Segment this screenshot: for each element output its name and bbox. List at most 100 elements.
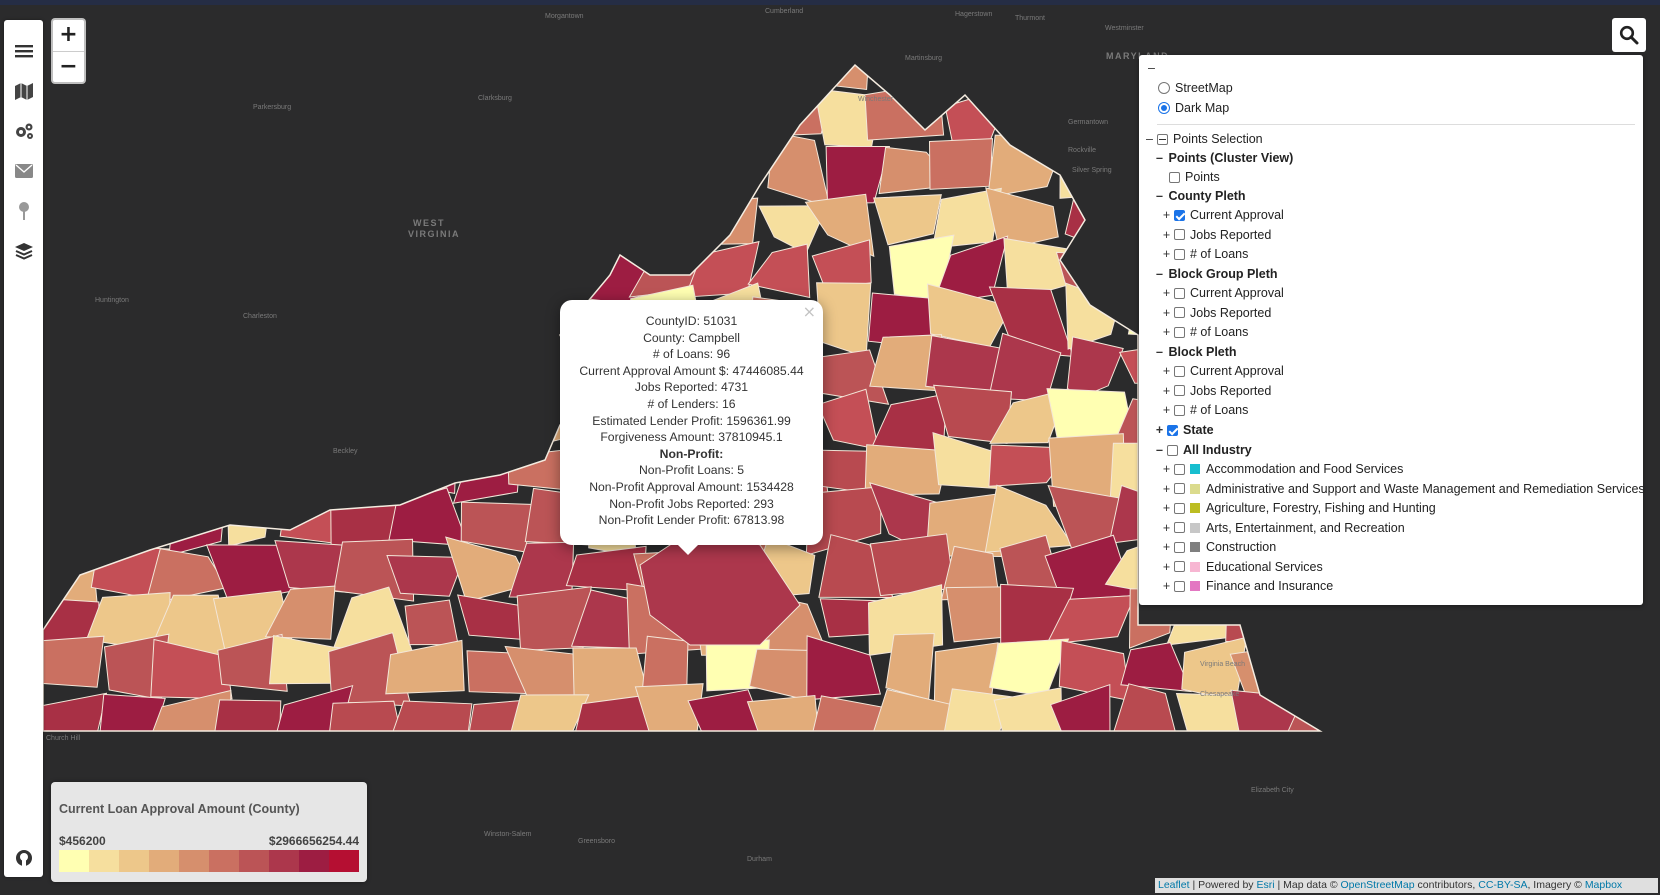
county-region[interactable] — [211, 90, 282, 145]
points-layer[interactable]: Points — [1167, 168, 1220, 186]
county-region[interactable] — [324, 293, 408, 353]
county-region[interactable] — [505, 694, 590, 751]
county-region[interactable] — [326, 192, 406, 244]
expand-toggle[interactable]: + — [1161, 403, 1172, 417]
county-region[interactable] — [98, 299, 163, 351]
county-region[interactable] — [581, 149, 647, 206]
state-layer[interactable]: + State — [1154, 421, 1214, 439]
points-selection-checkbox[interactable] — [1157, 133, 1168, 145]
county-region[interactable] — [325, 437, 407, 497]
expand-toggle[interactable]: + — [1161, 560, 1172, 574]
industry-checkbox[interactable] — [1174, 541, 1185, 553]
county-region[interactable] — [84, 185, 171, 250]
state-checkbox[interactable] — [1167, 424, 1178, 436]
county-region[interactable] — [451, 44, 531, 102]
industry-item[interactable]: + Educational Services — [1161, 558, 1323, 576]
county-pleth-item[interactable]: + # of Loans — [1161, 245, 1249, 263]
county-region[interactable] — [226, 488, 272, 547]
menu-icon[interactable] — [11, 38, 36, 63]
county-pleth-group[interactable]: – County Pleth — [1154, 187, 1246, 205]
county-region[interactable] — [811, 695, 886, 752]
county-region[interactable] — [574, 85, 643, 154]
pin-icon[interactable] — [11, 198, 36, 223]
industry-item[interactable]: + Agriculture, Forestry, Fishing and Hunt… — [1161, 499, 1436, 517]
county-region[interactable] — [407, 288, 473, 357]
county-region[interactable] — [1053, 33, 1124, 97]
industry-item[interactable]: + Finance and Insurance — [1161, 577, 1333, 595]
industry-checkbox[interactable] — [1174, 463, 1185, 475]
block-pleth-checkbox[interactable] — [1174, 365, 1185, 377]
county-region[interactable] — [688, 36, 770, 101]
county-region[interactable] — [1286, 703, 1358, 740]
block-pleth-group[interactable]: – Block Pleth — [1154, 343, 1237, 361]
county-region[interactable] — [818, 45, 870, 91]
county-region[interactable] — [146, 86, 233, 148]
industry-item[interactable]: + Accommodation and Food Services — [1161, 460, 1403, 478]
esri-link[interactable]: Esri — [1256, 879, 1274, 891]
county-region[interactable] — [811, 239, 872, 290]
county-pleth-checkbox[interactable] — [1174, 209, 1185, 221]
county-region[interactable] — [624, 42, 704, 108]
county-region[interactable] — [90, 491, 166, 553]
county-region[interactable] — [212, 333, 281, 390]
county-region[interactable] — [404, 599, 459, 646]
expand-toggle[interactable]: + — [1161, 482, 1172, 496]
mapbox-link[interactable]: Mapbox — [1585, 879, 1622, 891]
county-region[interactable] — [272, 381, 352, 453]
osm-link[interactable]: OpenStreetMap — [1340, 879, 1414, 891]
county-region[interactable] — [642, 85, 697, 157]
block-group-pleth-item[interactable]: + # of Loans — [1161, 323, 1249, 341]
county-region[interactable] — [328, 383, 410, 454]
county-region[interactable] — [43, 434, 100, 499]
block-pleth-item[interactable]: + # of Loans — [1161, 401, 1249, 419]
county-region[interactable] — [266, 41, 337, 107]
county-region[interactable] — [344, 44, 398, 103]
county-region[interactable] — [98, 693, 166, 744]
county-region[interactable] — [147, 189, 223, 246]
county-region[interactable] — [1001, 89, 1065, 143]
county-region[interactable] — [388, 141, 471, 186]
expand-toggle[interactable]: + — [1161, 286, 1172, 300]
leaflet-link[interactable]: Leaflet — [1158, 879, 1190, 891]
county-region[interactable] — [564, 38, 638, 101]
county-region[interactable] — [144, 149, 229, 204]
county-region[interactable] — [928, 138, 994, 190]
county-region[interactable] — [97, 241, 170, 306]
points-checkbox[interactable] — [1169, 171, 1180, 183]
layers-icon[interactable] — [11, 238, 36, 263]
streetmap-radio[interactable] — [1158, 82, 1170, 94]
county-region[interactable] — [220, 395, 289, 453]
expand-toggle[interactable]: + — [1161, 208, 1172, 222]
block-group-pleth-item[interactable]: + Current Approval — [1161, 284, 1284, 302]
block-group-pleth-checkbox[interactable] — [1174, 307, 1185, 318]
expand-toggle[interactable]: + — [1161, 579, 1172, 593]
basemap-streetmap-option[interactable]: StreetMap — [1156, 79, 1233, 97]
search-button[interactable] — [1612, 18, 1646, 52]
expand-toggle[interactable]: + — [1161, 247, 1172, 261]
county-region[interactable] — [85, 342, 170, 408]
envelope-icon[interactable] — [11, 158, 36, 183]
ccbysa-link[interactable]: CC-BY-SA — [1478, 879, 1527, 891]
industry-item[interactable]: + Construction — [1161, 538, 1276, 556]
county-region[interactable] — [691, 92, 756, 140]
county-region[interactable] — [1301, 636, 1370, 700]
county-region[interactable] — [96, 86, 168, 149]
expand-toggle[interactable]: + — [1161, 364, 1172, 378]
county-region[interactable] — [92, 435, 160, 502]
county-region[interactable] — [39, 185, 110, 254]
county-region[interactable] — [444, 290, 525, 353]
county-region[interactable] — [470, 132, 512, 191]
county-region[interactable] — [148, 232, 216, 305]
county-region[interactable] — [209, 43, 283, 95]
points-selection-group[interactable]: – Points Selection — [1144, 130, 1263, 148]
county-region[interactable] — [528, 96, 574, 151]
block-pleth-checkbox[interactable] — [1174, 385, 1185, 396]
county-region[interactable] — [508, 190, 592, 241]
county-region[interactable] — [507, 134, 584, 196]
county-region[interactable] — [43, 301, 115, 340]
county-region[interactable] — [1051, 96, 1127, 137]
basemap-darkmap-option[interactable]: Dark Map — [1156, 99, 1229, 117]
county-region[interactable] — [927, 33, 1009, 95]
county-region[interactable] — [211, 139, 287, 205]
county-region[interactable] — [274, 191, 346, 237]
